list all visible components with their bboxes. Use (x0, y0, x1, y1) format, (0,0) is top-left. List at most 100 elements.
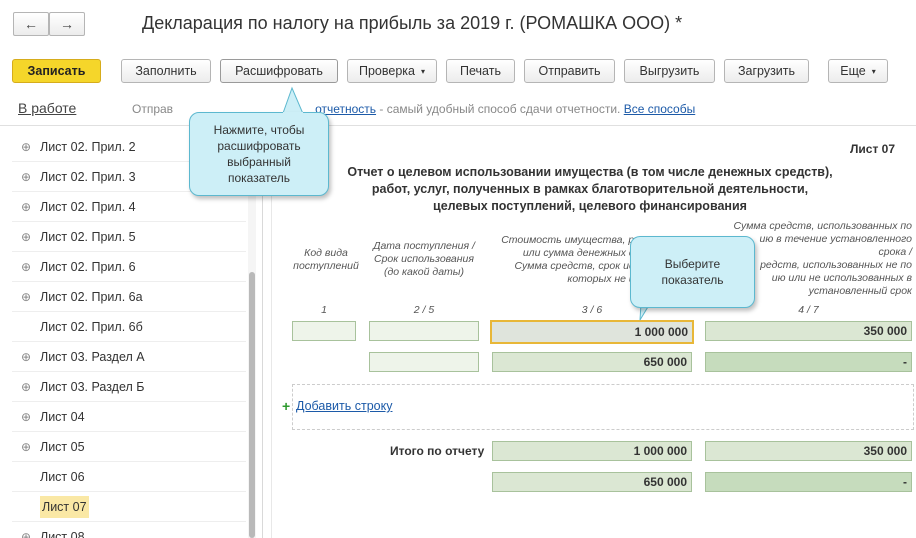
sidebar-item-label: Лист 02. Прил. 5 (40, 229, 136, 244)
report-title-line: целевых поступлений, целевого финансиров… (433, 199, 747, 213)
sidebar-item[interactable]: ⊕ Лист 02. Прил. 6а (12, 282, 246, 311)
cell-amount-r1-selected[interactable]: 1 000 000 (490, 320, 694, 344)
col-number: 1 (321, 304, 327, 316)
sidebar-item-label: Лист 02. Прил. 6б (40, 319, 143, 334)
col-header-line: Сумма средств, срок исп (514, 260, 640, 272)
expand-plus-icon[interactable]: ⊕ (12, 440, 40, 454)
expand-plus-icon[interactable]: ⊕ (12, 410, 40, 424)
decode-hint-callout: Нажмите, чтобы расшифровать выбранный по… (189, 112, 329, 196)
report-title-line: Отчет о целевом использовании имущества … (347, 165, 833, 179)
sidebar-item-label: Лист 02. Прил. 2 (40, 139, 136, 154)
callout-line: показатель (227, 171, 291, 185)
more-dropdown-button[interactable]: Еще ▾ (828, 59, 888, 83)
sidebar-item-label: Лист 04 (40, 409, 85, 424)
send-button[interactable]: Отправить (524, 59, 615, 83)
expand-plus-icon[interactable]: ⊕ (12, 230, 40, 244)
forward-button[interactable]: → (49, 12, 85, 36)
expand-plus-icon[interactable]: ⊕ (12, 530, 40, 538)
window-title: Декларация по налогу на прибыль за 2019 … (142, 13, 683, 33)
arrow-right-icon: → (60, 16, 74, 32)
expand-plus-icon[interactable]: ⊕ (12, 140, 40, 154)
sidebar-item[interactable]: Лист 06 (12, 462, 246, 491)
total-amount-r1[interactable]: 1 000 000 (492, 441, 692, 461)
plus-icon: + (282, 398, 291, 414)
callout-line: Выберите (664, 257, 721, 271)
expand-plus-icon[interactable]: ⊕ (12, 200, 40, 214)
chevron-down-icon: ▾ (871, 66, 876, 76)
select-hint-callout: Выберите показатель (630, 236, 755, 308)
sidebar-item-label: Лист 03. Раздел А (40, 349, 145, 364)
sidebar-item[interactable]: ⊕ Лист 03. Раздел Б (12, 372, 246, 401)
sidebar-scrollbar-thumb[interactable] (249, 272, 255, 538)
col1-header: Код вида поступлений (286, 247, 366, 273)
callout-line: показатель (661, 273, 724, 287)
expand-plus-icon[interactable]: ⊕ (12, 380, 40, 394)
report-title-line: работ, услуг, полученных в рамках благот… (371, 182, 809, 196)
cell-used-r1[interactable]: 350 000 (705, 321, 912, 341)
fill-button[interactable]: Заполнить (121, 59, 211, 83)
report-title: Отчет о целевом использовании имущества … (300, 164, 880, 215)
expand-plus-icon[interactable]: ⊕ (12, 260, 40, 274)
sidebar-item[interactable]: ⊕ Лист 04 (12, 402, 246, 431)
add-row-link[interactable]: Добавить строку (296, 399, 392, 413)
cell-term-r2[interactable] (369, 352, 479, 372)
sidebar-item[interactable]: Лист 02. Прил. 6б (12, 312, 246, 341)
sidebar-item[interactable]: ⊕ Лист 02. Прил. 6 (12, 252, 246, 281)
cell-code-r1[interactable] (292, 321, 356, 341)
sidebar-item[interactable]: Лист 07 (12, 492, 246, 521)
sidebar-item[interactable]: ⊕ Лист 08 (12, 522, 246, 538)
sidebar-item-label: Лист 08 (40, 529, 85, 538)
sidebar-item-label: Лист 02. Прил. 4 (40, 199, 136, 214)
status-bar: В работе Отправ отчетность - самый удобны… (0, 92, 916, 126)
sidebar-item-label: Лист 06 (40, 469, 85, 484)
sidebar-item[interactable]: ⊕ Лист 02. Прил. 5 (12, 222, 246, 251)
cell-unused-r2[interactable]: - (705, 352, 912, 372)
sheet-label: Лист 07 (850, 142, 896, 156)
save-button[interactable]: Записать (12, 59, 101, 83)
sidebar-item-label: Лист 03. Раздел Б (40, 379, 145, 394)
print-button[interactable]: Печать (446, 59, 515, 83)
expand-plus-icon[interactable]: ⊕ (12, 170, 40, 184)
col3-header: Стоимость имущества, ра или сумма денежн… (490, 234, 640, 286)
callout-line: расшифровать (217, 139, 301, 153)
callout-line: выбранный (227, 155, 291, 169)
total-amount-r2[interactable]: 650 000 (492, 472, 692, 492)
all-methods-link[interactable]: Все способы (624, 102, 696, 116)
sidebar-item-label: Лист 05 (40, 439, 85, 454)
expand-plus-icon[interactable]: ⊕ (12, 350, 40, 364)
sidebar-item[interactable]: ⊕ Лист 03. Раздел А (12, 342, 246, 371)
chevron-down-icon: ▾ (420, 66, 425, 76)
status-middle: - самый удобный способ сдачи отчетности. (376, 102, 624, 116)
arrow-left-icon: ← (24, 16, 38, 32)
status-prefix: Отправ (132, 102, 174, 116)
col-header-line: Срок использования (374, 253, 474, 265)
callout-line: Нажмите, чтобы (213, 123, 305, 137)
col-header-line: Стоимость имущества, ра (501, 234, 640, 246)
import-button[interactable]: Загрузить (724, 59, 809, 83)
col-header-line: которых не ис (567, 273, 640, 285)
total-used-r1[interactable]: 350 000 (705, 441, 912, 461)
col-header-line: Сумма средств, использованных по (733, 220, 912, 232)
expand-plus-icon[interactable]: ⊕ (12, 290, 40, 304)
sidebar-item[interactable]: ⊕ Лист 05 (12, 432, 246, 461)
cell-amount-r2[interactable]: 650 000 (492, 352, 692, 372)
sidebar-item-label: Лист 02. Прил. 6а (40, 289, 143, 304)
col2-header: Дата поступления / Срок использования (д… (362, 240, 486, 279)
sidebar-item[interactable]: ⊕ Лист 02. Прил. 4 (12, 192, 246, 221)
export-button[interactable]: Выгрузить (624, 59, 715, 83)
col-header-line: Дата поступления / (373, 240, 475, 252)
sidebar-item-label: Лист 02. Прил. 6 (40, 259, 136, 274)
back-button[interactable]: ← (13, 12, 49, 36)
sidebar-item-label: Лист 07 (40, 495, 89, 518)
sidebar-item-label: Лист 02. Прил. 3 (40, 169, 136, 184)
total-label: Итого по отчету (390, 444, 485, 458)
cell-date-r1[interactable] (369, 321, 479, 341)
total-unused-r2[interactable]: - (705, 472, 912, 492)
decode-button[interactable]: Расшифровать (220, 59, 338, 83)
col-header-line: (до какой даты) (383, 266, 465, 278)
status-in-work-link[interactable]: В работе (18, 100, 76, 116)
col-header-line: или сумма денежных ср (522, 247, 640, 259)
check-label: Проверка (358, 64, 415, 78)
col-number: 2 / 5 (413, 304, 435, 316)
check-dropdown-button[interactable]: Проверка ▾ (347, 59, 437, 83)
